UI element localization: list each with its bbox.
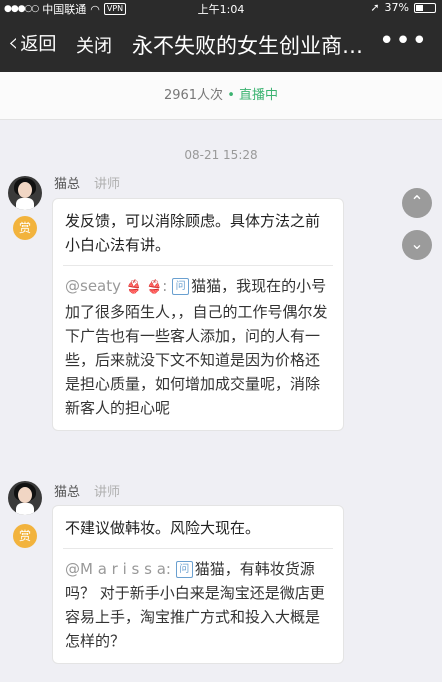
sender-name-text: 猫总 <box>54 177 81 192</box>
message-timestamp: 08-21 15:28 <box>184 148 258 162</box>
avatar[interactable] <box>8 481 42 515</box>
back-button[interactable]: ‹ 返回 <box>8 30 56 56</box>
live-info-bar: 2961人次 • 直播中 <box>0 72 442 120</box>
question-icon: 问 <box>175 561 193 578</box>
reward-button[interactable]: 赏 <box>13 524 37 548</box>
question-icon: 问 <box>172 278 190 295</box>
battery-icon <box>414 2 436 13</box>
sender-name: 猫总 讲师 <box>54 481 120 500</box>
sender-role: 讲师 <box>94 485 121 500</box>
battery-percent: 37% <box>384 1 409 14</box>
bikini-emoji-icon: 👙 👙 <box>125 280 163 295</box>
quote-user: @seaty <box>65 277 121 295</box>
live-status: 直播中 <box>239 88 279 103</box>
chevron-down-icon: ⌄ <box>410 234 424 253</box>
status-bar: ●●●○○ 中国联通 ◠ VPN 上午1:04 ➚ 37% <box>0 0 442 16</box>
sender-name-text: 猫总 <box>54 485 81 500</box>
message-bubble: 发反馈，可以消除顾虑。具体方法之前小白心法有讲。 @seaty 👙 👙: 问猫猫… <box>52 198 344 431</box>
message-bubble: 不建议做韩妆。风险大现在。 @M a r i s s a: 问猫猫，有韩妆货源吗… <box>52 505 344 664</box>
quote-text: 猫猫，我现在的小号加了很多陌生人，，自己的工作号偶尔发下广告也有一些客人添加，问… <box>65 277 328 417</box>
live-dot-icon: • <box>227 88 240 103</box>
location-icon: ➚ <box>370 1 380 14</box>
quoted-question: @seaty 👙 👙: 问猫猫，我现在的小号加了很多陌生人，，自己的工作号偶尔发… <box>65 277 328 417</box>
sender-name: 猫总 讲师 <box>54 173 120 192</box>
quoted-question: @M a r i s s a: 问猫猫，有韩妆货源吗？ 对于新手小白来是淘宝还是… <box>53 549 343 663</box>
more-button[interactable]: ••• <box>379 26 428 56</box>
message-text: 不建议做韩妆。风险大现在。 <box>65 519 261 537</box>
viewer-count: 2961人次 <box>163 88 224 103</box>
page-title: 永不失败的女生创业商… <box>132 34 363 58</box>
chevron-left-icon: ‹ <box>8 28 19 58</box>
sender-role: 讲师 <box>94 177 121 192</box>
chevron-up-icon: ⌃ <box>410 192 424 211</box>
navigation-bar: ‹ 返回 关闭 永不失败的女生创业商… ••• <box>0 16 442 72</box>
quote-user: @M a r i s s a: <box>65 560 171 578</box>
scroll-down-button[interactable]: ⌄ <box>402 230 432 260</box>
scroll-up-button[interactable]: ⌃ <box>402 188 432 218</box>
reward-button[interactable]: 赏 <box>13 216 37 240</box>
back-label: 返回 <box>20 34 57 55</box>
close-button[interactable]: 关闭 <box>76 32 112 58</box>
message-text: 发反馈，可以消除顾虑。具体方法之前小白心法有讲。 <box>65 212 321 254</box>
avatar[interactable] <box>8 176 42 210</box>
